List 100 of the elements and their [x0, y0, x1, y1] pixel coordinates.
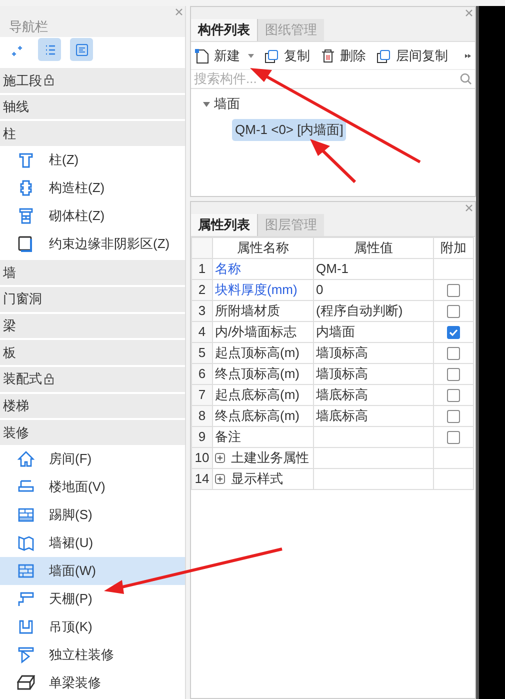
nav-item[interactable]: 墙裙(U) — [0, 528, 185, 557]
nav-item[interactable]: 构造柱(Z) — [0, 174, 185, 202]
nav-item[interactable]: 独立柱装修 — [0, 640, 185, 669]
nav-item[interactable]: 约束边缘非阴影区(Z) — [0, 230, 185, 258]
expand-icon[interactable] — [215, 453, 225, 463]
toolbar-button[interactable]: 复制 — [264, 46, 310, 66]
category-label: 轴线 — [3, 98, 29, 116]
property-name: 起点顶标高(m) — [215, 345, 300, 360]
toolbar-button[interactable]: 层间复制 — [376, 46, 448, 66]
search-icon[interactable] — [460, 73, 472, 85]
nav-item-label: 吊顶(K) — [49, 618, 92, 636]
row-number: 1 — [192, 258, 212, 280]
close-icon[interactable] — [465, 9, 473, 17]
toolbar-button[interactable]: 删除 — [320, 46, 366, 66]
panel-tab[interactable]: 构件列表 — [191, 19, 258, 41]
panel-icon — [17, 534, 35, 552]
checkbox[interactable] — [447, 284, 460, 298]
checkbox[interactable] — [447, 326, 460, 340]
close-icon[interactable] — [465, 204, 473, 212]
column-header: 属性名称 — [212, 238, 314, 258]
nav-item[interactable]: 吊顶(K) — [0, 612, 185, 641]
checkbox[interactable] — [447, 410, 460, 424]
nav-item-label: 单梁装修 — [49, 674, 101, 692]
property-name: 终点底标高(m) — [215, 408, 300, 424]
category-header[interactable]: 梁 — [0, 314, 185, 338]
frame-icon — [17, 618, 35, 636]
checkbox[interactable] — [447, 389, 460, 402]
property-value: 墙底标高 — [316, 387, 368, 402]
nav-item[interactable]: 踢脚(S) — [0, 500, 185, 529]
row-number: 10 — [192, 448, 212, 468]
property-value: (程序自动判断) — [316, 303, 403, 318]
category-header[interactable]: 装配式 — [0, 366, 185, 392]
row-number: 6 — [192, 364, 212, 384]
category-label: 施工段 — [3, 72, 42, 90]
column-header: 附加 — [434, 238, 474, 258]
row-number: 14 — [192, 468, 212, 490]
property-name: 内/外墙面标志 — [215, 324, 297, 340]
category-header[interactable]: 门窗洞 — [0, 286, 185, 312]
nav-item[interactable]: 楼地面(V) — [0, 472, 185, 501]
checkbox[interactable] — [447, 305, 460, 318]
nav-item[interactable]: 砌体柱(Z) — [0, 202, 185, 230]
detail-view-button[interactable] — [70, 38, 93, 62]
nav-item-label: 天棚(P) — [49, 590, 92, 608]
nav-item-label: 墙裙(U) — [49, 534, 94, 552]
nav-item-label: 砌体柱(Z) — [49, 207, 105, 226]
category-header[interactable]: 板 — [0, 340, 185, 365]
checkbox[interactable] — [447, 347, 460, 360]
list-view-button[interactable] — [38, 38, 61, 62]
checkbox[interactable] — [447, 431, 460, 444]
row-number: 2 — [192, 280, 212, 300]
category-header[interactable]: 轴线 — [0, 94, 185, 120]
nav-item[interactable]: 天棚(P) — [0, 584, 185, 613]
property-name: 终点顶标高(m) — [215, 366, 300, 382]
column-icon — [17, 151, 35, 170]
square-icon — [17, 235, 35, 254]
nav-item[interactable]: 柱(Z) — [0, 146, 185, 174]
column-icon — [17, 207, 35, 226]
caret-icon[interactable] — [248, 54, 254, 58]
wall-icon — [17, 506, 35, 524]
category-header[interactable]: 装修 — [0, 420, 185, 445]
caret-icon[interactable] — [203, 102, 210, 106]
new-file-icon — [194, 48, 210, 64]
panel-title: 导航栏 — [0, 17, 185, 38]
nav-item-label: 柱(Z) — [49, 151, 79, 170]
category-header[interactable]: 柱 — [0, 121, 185, 146]
beam-icon — [17, 674, 35, 692]
nav-item[interactable]: 单梁装修 — [0, 668, 185, 697]
property-name: 所附墙材质 — [215, 303, 280, 318]
copy-icon — [376, 48, 392, 64]
property-value: 墙顶标高 — [316, 366, 368, 382]
tree-node[interactable]: 墙面 — [214, 94, 240, 114]
category-label: 墙 — [3, 264, 16, 282]
property-value: 0 — [316, 282, 324, 298]
nav-item-label: 独立柱装修 — [49, 646, 114, 664]
property-name: 起点底标高(m) — [215, 387, 300, 402]
trash-icon — [320, 48, 336, 64]
toolbar-button[interactable]: 新建 — [194, 46, 254, 66]
nav-item-label: 踢脚(S) — [49, 506, 92, 524]
nav-item[interactable]: 房间(F) — [0, 444, 185, 473]
nav-item-label: 约束边缘非阴影区(Z) — [49, 235, 170, 254]
nav-item[interactable]: 墙面(W) — [0, 556, 185, 585]
search-field[interactable]: 搜索构件... — [194, 69, 460, 89]
row-number: 8 — [192, 406, 212, 426]
row-number: 4 — [192, 322, 212, 342]
row-number: 7 — [192, 384, 212, 406]
house-icon — [17, 450, 35, 468]
panel-tab[interactable]: 属性列表 — [191, 214, 258, 236]
category-label: 梁 — [3, 317, 16, 336]
property-group: 显示样式 — [231, 469, 283, 489]
checkbox[interactable] — [447, 368, 460, 382]
nav-item-label: 房间(F) — [49, 450, 92, 468]
nav-item-label: 楼地面(V) — [49, 478, 106, 496]
property-name: 名称 — [215, 261, 241, 276]
expand-icon[interactable] — [215, 474, 225, 484]
category-header[interactable]: 施工段 — [0, 68, 185, 93]
category-header[interactable]: 墙 — [0, 260, 185, 285]
category-header[interactable]: 楼梯 — [0, 394, 185, 418]
property-name: 备注 — [215, 429, 241, 444]
tree-node[interactable]: QM-1 <0> [内墙面] — [232, 119, 346, 140]
close-icon[interactable] — [175, 8, 183, 16]
